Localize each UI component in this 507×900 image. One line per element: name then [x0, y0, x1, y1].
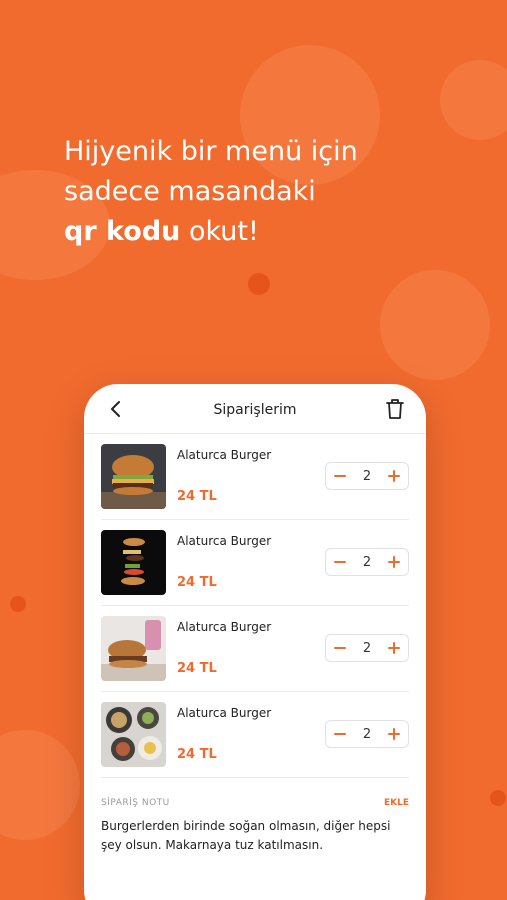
product-image [101, 616, 166, 681]
plus-icon[interactable] [387, 727, 401, 741]
quantity-value: 2 [362, 640, 372, 656]
headline: Hijyenik bir menü için sadece masandaki … [64, 132, 464, 252]
app-header: Siparişlerim [84, 384, 426, 434]
background-decoration [10, 596, 26, 612]
item-price: 24 TL [177, 661, 217, 676]
order-note-text: Burgerlerden birinde soğan olmasın, diğe… [101, 819, 391, 852]
trash-icon [386, 399, 404, 419]
back-button[interactable] [106, 398, 126, 420]
background-decoration [490, 790, 506, 806]
cart-item[interactable]: Alaturca Burger 24 TL 2 [101, 520, 409, 606]
phone-mockup: Siparişlerim Alaturca Burger 24 TL 2 Ala… [84, 384, 426, 900]
product-image [101, 444, 166, 509]
minus-icon[interactable] [333, 727, 347, 741]
quantity-stepper: 2 [325, 548, 409, 576]
headline-line-2: sadece masandaki [64, 176, 316, 207]
chevron-left-icon [111, 401, 120, 417]
item-name: Alaturca Burger [177, 620, 272, 634]
item-name: Alaturca Burger [177, 448, 272, 462]
item-price: 24 TL [177, 747, 217, 762]
background-decoration [380, 270, 490, 380]
quantity-stepper: 2 [325, 462, 409, 490]
item-price: 24 TL [177, 575, 217, 590]
add-note-button[interactable]: EKLE [384, 798, 409, 808]
plus-icon[interactable] [387, 641, 401, 655]
quantity-value: 2 [362, 554, 372, 570]
cart-item[interactable]: Alaturca Burger 24 TL 2 [101, 434, 409, 520]
cart-item[interactable]: Alaturca Burger 24 TL 2 [101, 692, 409, 778]
plus-icon[interactable] [387, 469, 401, 483]
headline-rest-text: okut! [180, 216, 259, 247]
order-note-label: SİPARİŞ NOTU [101, 798, 170, 808]
cart-list: Alaturca Burger 24 TL 2 Alaturca Burger … [84, 434, 426, 778]
minus-icon[interactable] [333, 555, 347, 569]
minus-icon[interactable] [333, 641, 347, 655]
headline-bold-text: qr kodu [64, 216, 181, 247]
quantity-stepper: 2 [325, 720, 409, 748]
product-image [101, 530, 166, 595]
quantity-value: 2 [362, 468, 372, 484]
quantity-stepper: 2 [325, 634, 409, 662]
item-name: Alaturca Burger [177, 534, 272, 548]
background-decoration [440, 60, 507, 140]
background-decoration [0, 730, 80, 840]
background-decoration [248, 273, 270, 295]
cart-item[interactable]: Alaturca Burger 24 TL 2 [101, 606, 409, 692]
minus-icon[interactable] [333, 469, 347, 483]
delete-button[interactable] [384, 397, 406, 421]
order-note-header: SİPARİŞ NOTU EKLE [84, 798, 426, 808]
screen-title: Siparişlerim [213, 401, 297, 418]
headline-line-3: qr kodu okut! [64, 212, 464, 252]
quantity-value: 2 [362, 726, 372, 742]
plus-icon[interactable] [387, 555, 401, 569]
product-image [101, 702, 166, 767]
item-price: 24 TL [177, 489, 217, 504]
item-name: Alaturca Burger [177, 706, 272, 720]
headline-line-1: Hijyenik bir menü için [64, 136, 358, 167]
